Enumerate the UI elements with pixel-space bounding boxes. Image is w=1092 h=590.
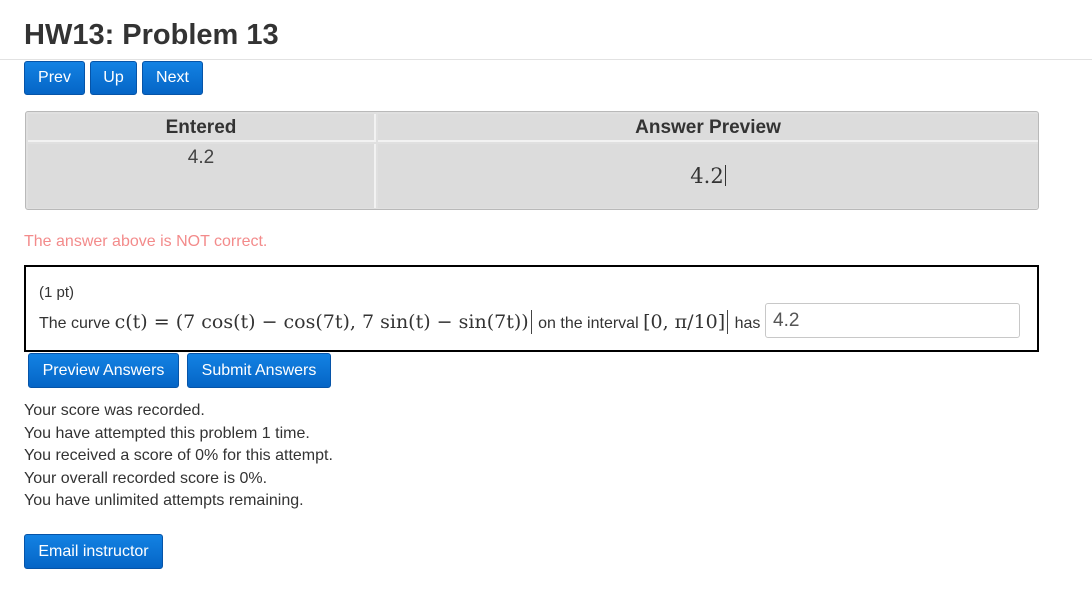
status-line-overall-score: Your overall recorded score is 0%.	[24, 469, 268, 487]
problem-prefix-text: The curve	[39, 315, 111, 332]
problem-points: (1 pt)	[39, 284, 75, 301]
page-title: HW13: Problem 13	[24, 19, 279, 51]
preview-cursor-mark	[724, 165, 726, 186]
entered-value-cell: 4.2	[28, 144, 376, 208]
status-line-attempts: You have attempted this problem 1 time.	[24, 424, 310, 442]
interval-end-mark	[727, 310, 729, 334]
email-instructor-button[interactable]: Email instructor	[24, 534, 163, 569]
problem-middle-text: on the interval	[538, 315, 639, 332]
column-header-answer-preview: Answer Preview	[378, 114, 1038, 142]
column-header-entered: Entered	[28, 114, 376, 142]
incorrect-answer-message: The answer above is NOT correct.	[24, 233, 268, 250]
answer-preview-cell: 4.2	[378, 144, 1038, 208]
problem-text: The curve c(t) = (7 cos(t) − cos(7t), 7 …	[39, 307, 835, 337]
status-line-attempt-score: You received a score of 0% for this atte…	[24, 447, 333, 464]
arc-length-answer-input[interactable]	[765, 303, 1020, 338]
status-line-remaining: You have unlimited attempts remaining.	[24, 492, 304, 509]
answer-preview-math: 4.2	[378, 164, 1038, 188]
answer-preview-value: 4.2	[690, 164, 724, 188]
status-line-recorded: Your score was recorded.	[24, 402, 205, 419]
prev-button[interactable]: Prev	[24, 61, 85, 95]
next-button[interactable]: Next	[142, 61, 203, 95]
curve-equation-math: c(t) = (7 cos(t) − cos(7t), 7 sin(t) − s…	[114, 311, 529, 333]
title-divider	[0, 59, 1092, 60]
math-end-mark	[530, 310, 532, 334]
score-status: Your score was recorded. You have attemp…	[24, 400, 333, 513]
preview-answers-button[interactable]: Preview Answers	[28, 353, 179, 388]
interval-math: [0, π/10]	[643, 311, 726, 333]
up-button[interactable]: Up	[90, 61, 137, 95]
results-table: Entered Answer Preview 4.2 4.2	[25, 111, 1039, 210]
submit-answers-button[interactable]: Submit Answers	[187, 353, 331, 388]
problem-statement-box: (1 pt) The curve c(t) = (7 cos(t) − cos(…	[24, 265, 1039, 352]
